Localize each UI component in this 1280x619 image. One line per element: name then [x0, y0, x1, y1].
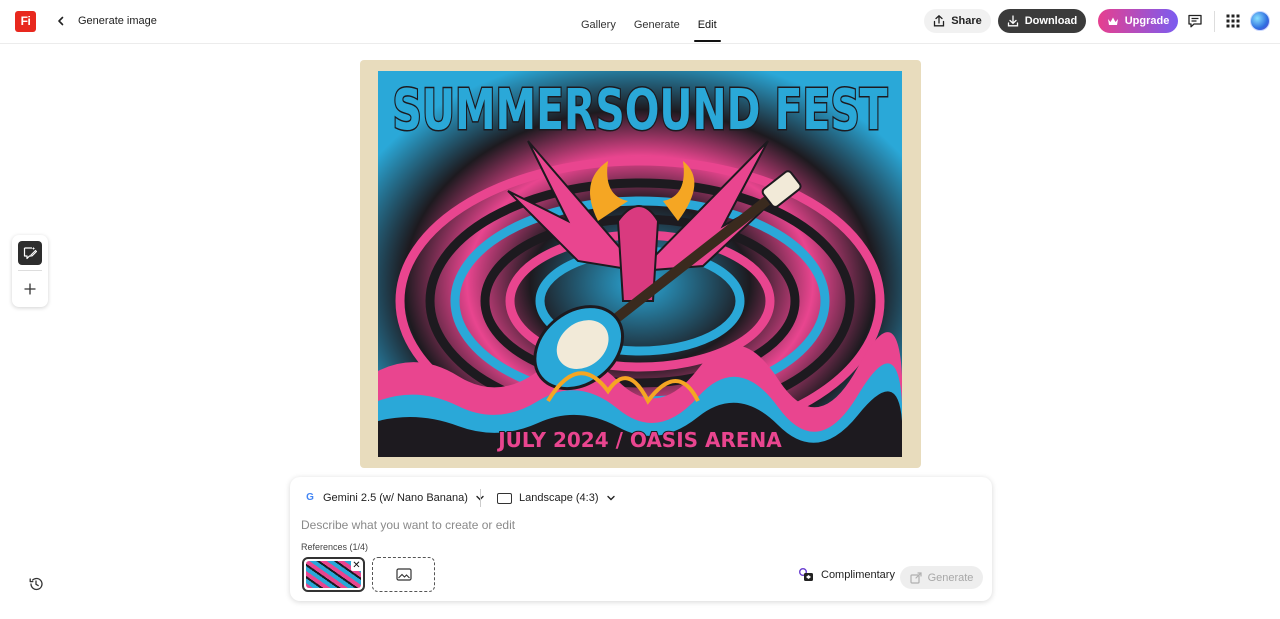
share-label: Share — [951, 15, 982, 27]
credits-icon — [799, 568, 813, 581]
image-icon — [395, 568, 412, 581]
panel-divider — [480, 489, 481, 507]
generate-icon — [909, 571, 922, 584]
tab-generate[interactable]: Generate — [625, 0, 689, 44]
image-frame: SUMMERSOUND FEST JULY 2024 / OASIS ARENA — [360, 60, 921, 468]
reference-thumbnail[interactable]: ✕ — [302, 557, 365, 592]
generated-poster-image[interactable]: SUMMERSOUND FEST JULY 2024 / OASIS ARENA — [378, 71, 902, 457]
google-icon: G — [306, 492, 314, 503]
download-label: Download — [1024, 15, 1078, 27]
poster-subtitle: JULY 2024 / OASIS ARENA — [496, 428, 782, 452]
crown-icon — [1107, 17, 1118, 25]
model-label: Gemini 2.5 (w/ Nano Banana) — [323, 492, 468, 504]
toolbar-divider — [18, 270, 42, 271]
tab-edit[interactable]: Edit — [689, 0, 726, 44]
references-label: References (1/4) — [301, 542, 369, 552]
top-bar: Fi Generate image Gallery Generate Edit … — [0, 0, 1280, 44]
history-icon — [29, 577, 43, 591]
left-toolbar — [12, 235, 48, 307]
download-button[interactable]: Download — [998, 9, 1086, 33]
share-icon — [934, 15, 945, 27]
page-title: Generate image — [78, 15, 157, 27]
history-button[interactable] — [25, 573, 47, 595]
share-button[interactable]: Share — [924, 9, 991, 33]
avatar[interactable] — [1250, 11, 1270, 31]
upgrade-button[interactable]: Upgrade — [1098, 9, 1178, 33]
header-divider — [1214, 11, 1215, 32]
tab-gallery[interactable]: Gallery — [572, 0, 625, 44]
comments-button[interactable] — [1186, 12, 1204, 30]
generate-button[interactable]: Generate — [900, 566, 983, 589]
remove-reference-button[interactable]: ✕ — [351, 560, 362, 571]
add-button[interactable] — [18, 277, 42, 301]
poster-title: SUMMERSOUND FEST — [393, 78, 888, 143]
generate-label: Generate — [927, 571, 974, 584]
aspect-ratio-selector[interactable]: Landscape (4:3) — [497, 489, 616, 507]
credits-label: Complimentary — [821, 569, 895, 581]
prompt-panel: G Gemini 2.5 (w/ Nano Banana) Landscape … — [290, 477, 992, 601]
aspect-ratio-icon — [497, 492, 512, 504]
apps-grid-icon — [1226, 14, 1240, 28]
add-reference-button[interactable] — [372, 557, 435, 592]
chevron-down-icon — [606, 495, 615, 501]
comment-icon — [1188, 14, 1202, 28]
prompt-edit-tool-button[interactable] — [18, 241, 42, 265]
credits-indicator: Complimentary — [798, 568, 895, 582]
mode-tabs: Gallery Generate Edit — [572, 0, 726, 44]
apps-button[interactable] — [1224, 12, 1242, 30]
back-button[interactable] — [52, 12, 70, 30]
plus-icon — [24, 283, 36, 295]
model-selector[interactable]: G Gemini 2.5 (w/ Nano Banana) — [304, 489, 485, 507]
aspect-label: Landscape (4:3) — [519, 492, 599, 504]
upgrade-label: Upgrade — [1124, 15, 1170, 27]
download-icon — [1007, 15, 1018, 27]
prompt-input[interactable] — [301, 515, 981, 535]
chevron-left-icon — [58, 16, 64, 26]
chat-edit-icon — [23, 247, 37, 260]
app-logo[interactable]: Fi — [15, 11, 36, 32]
